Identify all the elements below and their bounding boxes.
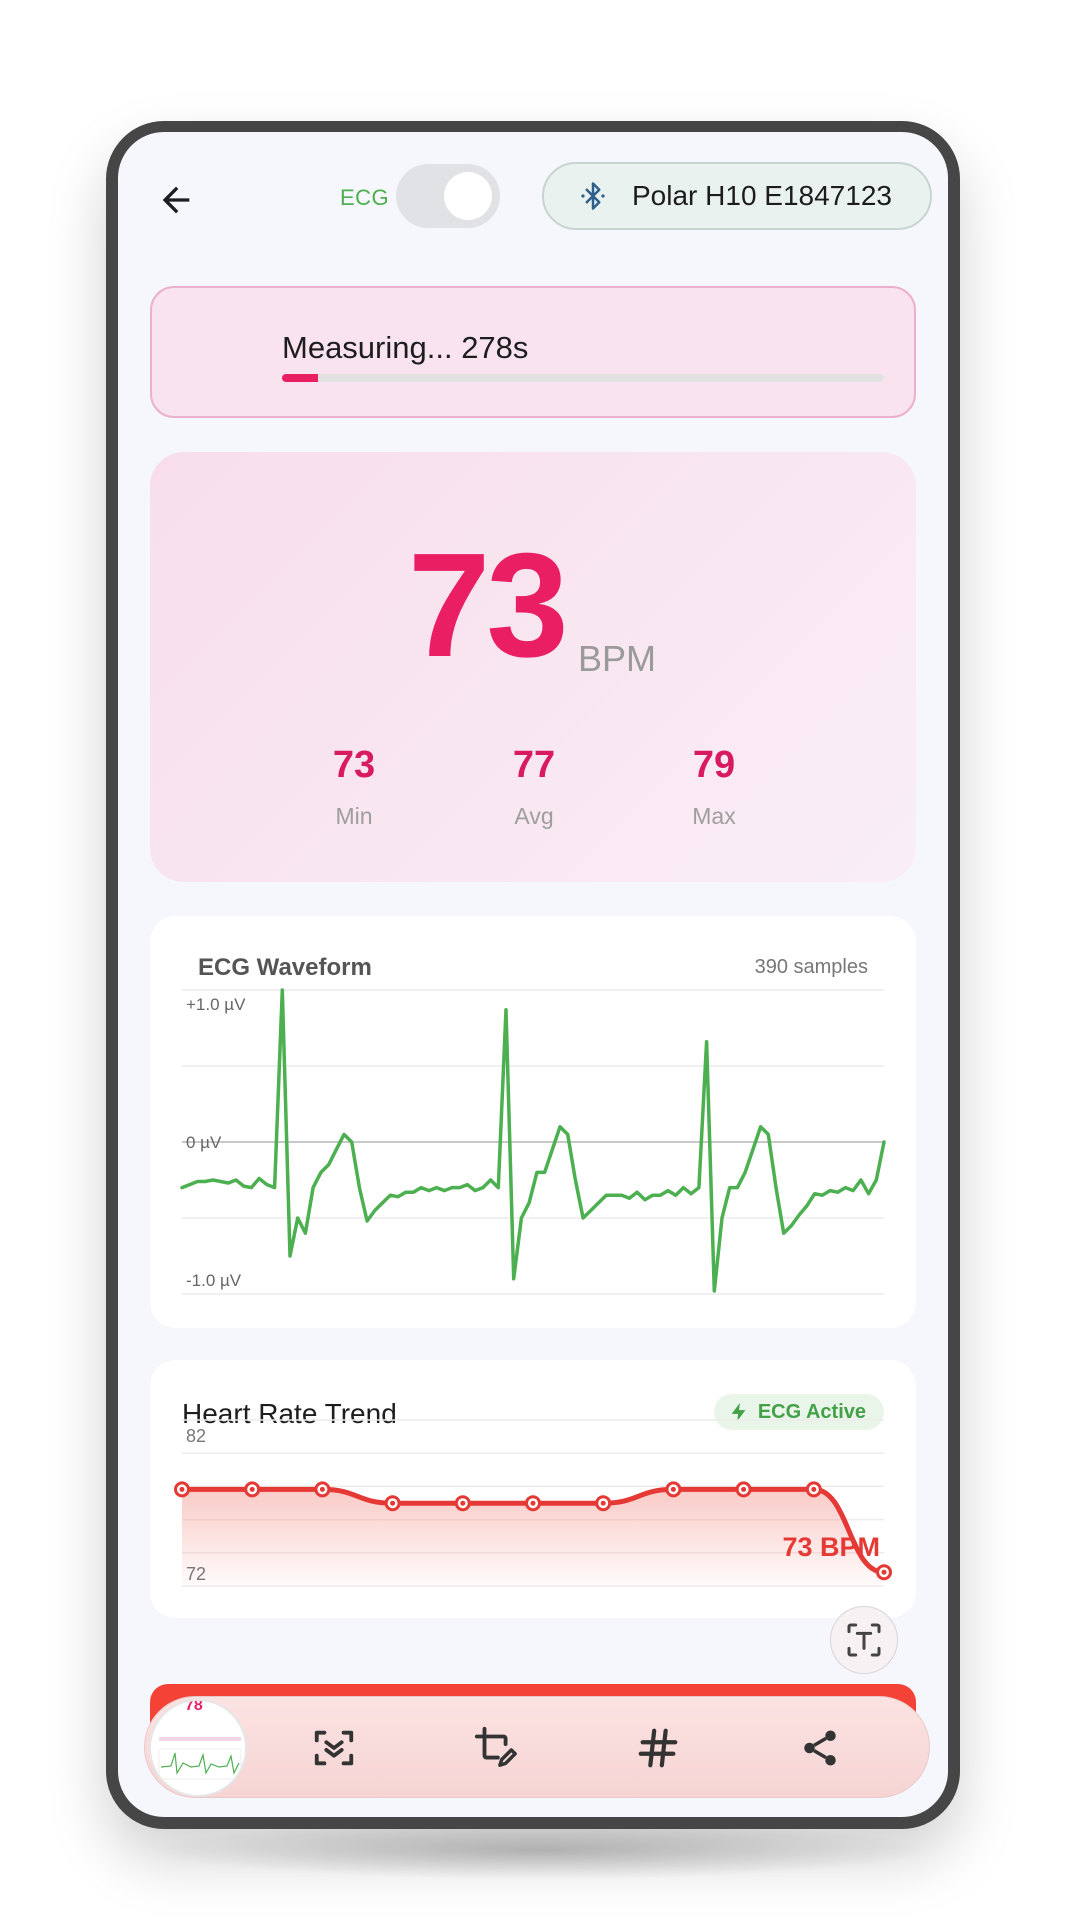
hr-current-annotation: 73 BPM <box>782 1532 880 1562</box>
heart-rate-trend-card: Heart Rate Trend ECG Active 82 72 73 BPM <box>150 1360 916 1618</box>
hashtag-button[interactable] <box>629 1719 687 1777</box>
ecg-series-line <box>180 988 886 1293</box>
bpm-unit: BPM <box>578 638 657 679</box>
hr-data-point-center <box>881 1569 887 1575</box>
arrow-back-icon <box>162 186 190 214</box>
ecg-toggle[interactable] <box>396 164 500 228</box>
stat-avg-label: Avg <box>514 803 554 829</box>
stat-avg-value: 77 <box>512 744 556 786</box>
device-chip[interactable]: Polar H10 E1847123 <box>542 162 932 230</box>
hr-data-point-center <box>600 1500 606 1506</box>
ecg-waveform-card: ECG Waveform 390 samples +1.0 µV 0 µV -1.0… <box>150 916 916 1328</box>
hr-data-point-center <box>390 1500 396 1506</box>
extract-text-button[interactable] <box>830 1606 898 1674</box>
heart-rate-trend-chart: 82 72 73 BPM <box>174 1419 892 1587</box>
share-icon <box>804 1730 836 1766</box>
edit-crop-icon <box>474 1726 517 1767</box>
scroll-capture-button[interactable] <box>305 1719 363 1777</box>
measurement-status-card: Measuring... 278s <box>150 286 916 418</box>
text-select-icon <box>847 1623 881 1657</box>
screenshot-toolbar: 78 <box>144 1696 930 1798</box>
hr-y-tick-label: 72 <box>186 1564 206 1584</box>
hr-data-point-center <box>319 1486 325 1492</box>
stat-min-label: Min <box>335 803 373 829</box>
hr-data-point-center <box>460 1500 466 1506</box>
share-button[interactable] <box>791 1719 849 1777</box>
stat-min-value: 73 <box>332 744 376 786</box>
ecg-toggle-label: ECG <box>340 185 390 210</box>
device-name: Polar H10 E1847123 <box>632 180 892 211</box>
stat-max: 79 Max <box>644 744 784 830</box>
stat-min: 73 Min <box>284 744 424 830</box>
screenshot-thumbnail[interactable]: 78 <box>149 1699 247 1797</box>
hr-y-tick-label: 82 <box>186 1426 206 1446</box>
bluetooth-searching-icon <box>581 182 605 210</box>
hr-data-point-center <box>530 1500 536 1506</box>
measurement-progress-bar <box>282 374 884 382</box>
heart-rate-card: 73 BPM 73 Min 77 Avg 79 Max <box>150 452 916 882</box>
edit-crop-button[interactable] <box>467 1719 525 1777</box>
current-bpm-value: 73 <box>408 523 569 688</box>
back-button[interactable] <box>148 172 204 228</box>
device-frame: ECG Polar H10 E1847123 Measuring... 278s… <box>106 121 960 1829</box>
stat-max-value: 79 <box>692 744 736 786</box>
hr-data-point-center <box>741 1486 747 1492</box>
scroll-capture-icon <box>314 1730 354 1766</box>
toggle-knob <box>444 172 492 220</box>
stat-avg: 77 Avg <box>464 744 604 830</box>
measurement-status-text: Measuring... 278s <box>282 330 529 365</box>
ecg-waveform-chart: +1.0 µV 0 µV -1.0 µV <box>180 988 886 1295</box>
hr-data-point-center <box>249 1486 255 1492</box>
hr-data-point-center <box>811 1486 817 1492</box>
device-shadow <box>150 1820 930 1880</box>
hr-data-point-center <box>179 1486 185 1492</box>
measurement-progress-fill <box>282 374 319 382</box>
ecg-y-tick-label: -1.0 µV <box>186 1271 242 1290</box>
app-screen: ECG Polar H10 E1847123 Measuring... 278s… <box>118 132 948 1817</box>
ecg-y-tick-label: +1.0 µV <box>186 995 246 1014</box>
hr-data-point-center <box>670 1486 676 1492</box>
hashtag-icon <box>638 1728 678 1768</box>
thumbnail-preview <box>158 1737 242 1780</box>
stat-max-label: Max <box>692 803 736 829</box>
ecg-y-tick-label: 0 µV <box>186 1133 222 1152</box>
